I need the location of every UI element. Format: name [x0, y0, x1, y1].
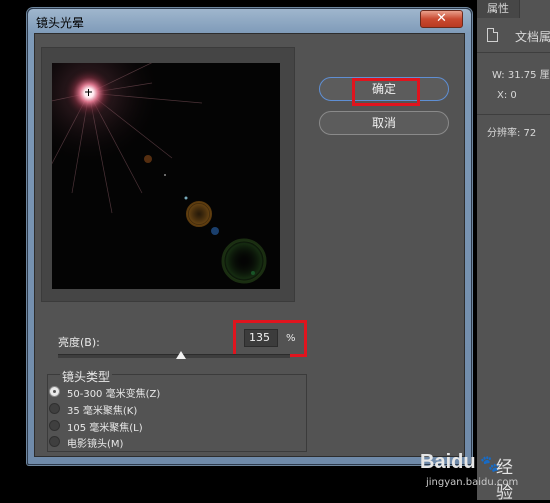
tab-properties[interactable]: 属性	[477, 0, 520, 18]
radio-label: 105 毫米聚焦(L)	[67, 423, 143, 434]
width-row: W: 31.75 厘	[492, 66, 550, 81]
flare-preview-graphic	[52, 63, 280, 289]
close-button[interactable]: ✕	[420, 10, 463, 28]
divider	[477, 114, 550, 115]
dialog-title: 镜头光晕	[36, 16, 85, 30]
x-label: X:	[497, 90, 508, 101]
title-bar[interactable]: 镜头光晕 ✕	[28, 9, 471, 33]
brightness-slider-track[interactable]	[58, 354, 290, 358]
x-value[interactable]: 0	[510, 90, 516, 101]
width-value[interactable]: 31.75 厘	[508, 70, 550, 81]
radio-label: 35 毫米聚焦(K)	[67, 406, 138, 417]
cancel-button[interactable]: 取消	[319, 111, 449, 135]
radio-button[interactable]	[49, 420, 60, 431]
highlight-brightness-field	[233, 320, 307, 357]
radio-label: 电影镜头(M)	[67, 439, 124, 450]
radio-button[interactable]	[49, 386, 60, 397]
document-properties-label: 文档属	[515, 30, 550, 44]
divider	[477, 52, 550, 53]
resolution-readout[interactable]: 分辨率: 72	[487, 124, 536, 139]
watermark-logo: Baidu	[420, 451, 476, 473]
dialog-content: 确定 取消 亮度(B): 135 % 镜头类型 50-300 毫米变焦(Z) 3…	[34, 33, 465, 457]
x-row: X: 0	[497, 90, 517, 101]
width-label: W:	[492, 70, 505, 81]
lens-flare-dialog: 镜头光晕 ✕ 确定 取消 亮度(B): 135 % 镜头类型 50-300 毫米…	[27, 8, 472, 465]
close-icon: ✕	[436, 11, 447, 26]
radio-label: 50-300 毫米变焦(Z)	[67, 389, 161, 400]
properties-panel: 属性 文档属 W: 31.75 厘 X: 0 分辨率: 72	[477, 0, 550, 500]
brightness-label: 亮度(B):	[58, 336, 100, 349]
document-icon	[487, 28, 498, 42]
lens-type-title: 镜头类型	[60, 368, 113, 385]
watermark-url: jingyan.baidu.com	[426, 477, 519, 488]
radio-button[interactable]	[49, 403, 60, 414]
highlight-ok-button	[352, 78, 420, 106]
flare-preview[interactable]	[52, 63, 280, 289]
baidu-watermark: Baidu 🐾 经验 jingyan.baidu.com	[420, 451, 518, 503]
radio-button[interactable]	[49, 436, 60, 447]
brightness-slider-thumb[interactable]	[175, 351, 186, 359]
